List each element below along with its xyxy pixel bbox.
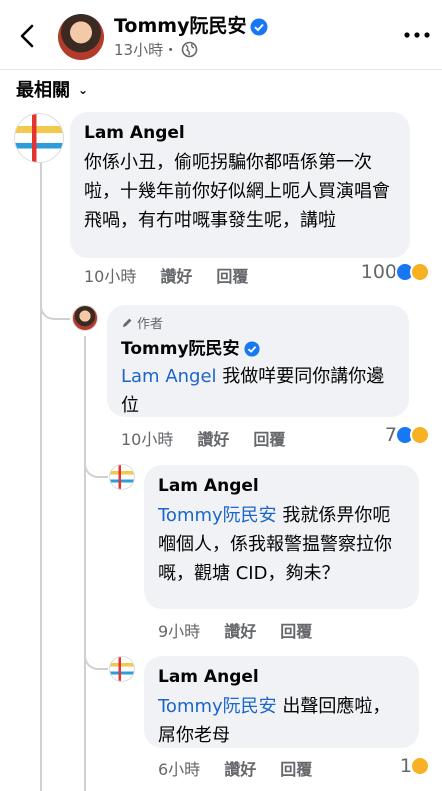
chevron-down-icon: ⌄ [78,83,89,97]
thread-connector [84,648,108,670]
mention-link[interactable]: Tommy阮民安 [158,696,277,717]
like-button[interactable]: 讚好 [224,756,256,780]
post-timestamp: 13小時・ [114,39,198,60]
comment-author[interactable]: Tommy阮民安 [121,338,395,360]
like-button[interactable]: 讚好 [224,618,256,642]
author-badge: 作者 [121,313,395,332]
like-button[interactable]: 讚好 [197,426,229,450]
mention-link[interactable]: Lam Angel [121,366,217,387]
comment-time: 10小時 [84,267,137,286]
avatar[interactable] [58,14,104,60]
comment-text: Tommy阮民安 我就係畀你呃嗰個人，係我報警揾警察拉你嘅，觀塘 CID，夠未？ [158,505,392,584]
comment-time: 9小時 [158,622,201,641]
reaction-summary[interactable]: 100 [361,261,430,283]
more-options-button[interactable] [402,25,432,45]
comment-actions: 10小時 讚好 回覆 [84,263,248,287]
haha-reaction-icon [410,262,430,282]
page-name[interactable]: Tommy阮民安 [114,11,268,38]
comment-bubble: 作者 Tommy阮民安 Lam Angel 我做咩要同你講你邊位 [107,305,409,417]
thread-connector [40,300,70,320]
haha-reaction-icon [410,425,430,445]
avatar[interactable] [14,113,64,163]
reply-button[interactable]: 回覆 [280,618,312,642]
mention-link[interactable]: Tommy阮民安 [158,505,277,526]
comment-text: Tommy阮民安 出聲回應啦，屌你老母 [158,696,391,746]
chevron-left-icon [20,24,34,48]
avatar[interactable] [109,656,135,682]
comment-bubble: Lam Angel Tommy阮民安 我就係畀你呃嗰個人，係我報警揾警察拉你嘅，… [144,465,419,609]
comment-author[interactable]: Lam Angel [158,475,405,497]
reaction-summary[interactable]: 1 [400,755,430,777]
haha-reaction-icon [410,756,430,776]
comment-actions: 9小時 讚好 回覆 [158,618,312,642]
comment-author[interactable]: Lam Angel [84,122,396,144]
verified-badge-icon [243,341,260,357]
pencil-icon [123,318,132,327]
verified-badge-icon [250,18,268,35]
post-header: Tommy阮民安 13小時・ [0,0,442,70]
thread-line [40,160,42,791]
comment-time: 10小時 [121,430,174,449]
back-button[interactable] [12,18,44,54]
thread-line [84,336,86,791]
avatar[interactable] [109,464,135,490]
comment-actions: 10小時 讚好 回覆 [121,426,285,450]
like-button[interactable]: 讚好 [160,263,192,287]
comment-actions: 6小時 讚好 回覆 [158,756,312,780]
comment-bubble: Lam Angel 你係小丑，偷呃拐騙你都唔係第一次啦，十幾年前你好似網上呃人買… [70,112,410,258]
reply-button[interactable]: 回覆 [253,426,285,450]
more-dots-icon [404,32,430,38]
comment-sort-selector[interactable]: 最相關 ⌄ [16,76,88,102]
reaction-count: 100 [360,261,397,283]
avatar[interactable] [72,305,98,331]
comment-time: 6小時 [158,760,201,779]
globe-icon [181,41,198,58]
comment-author[interactable]: Lam Angel [158,666,405,688]
reply-button[interactable]: 回覆 [216,263,248,287]
reply-button[interactable]: 回覆 [280,756,312,780]
comment-text: Lam Angel 我做咩要同你講你邊位 [121,366,385,416]
comment-bubble: Lam Angel Tommy阮民安 出聲回應啦，屌你老母 [144,656,419,748]
thread-connector [84,458,108,478]
comment-text: 你係小丑，偷呃拐騙你都唔係第一次啦，十幾年前你好似網上呃人買演唱會飛喎，有冇咁嘅… [84,152,390,231]
reaction-summary[interactable]: 7 [385,424,430,446]
